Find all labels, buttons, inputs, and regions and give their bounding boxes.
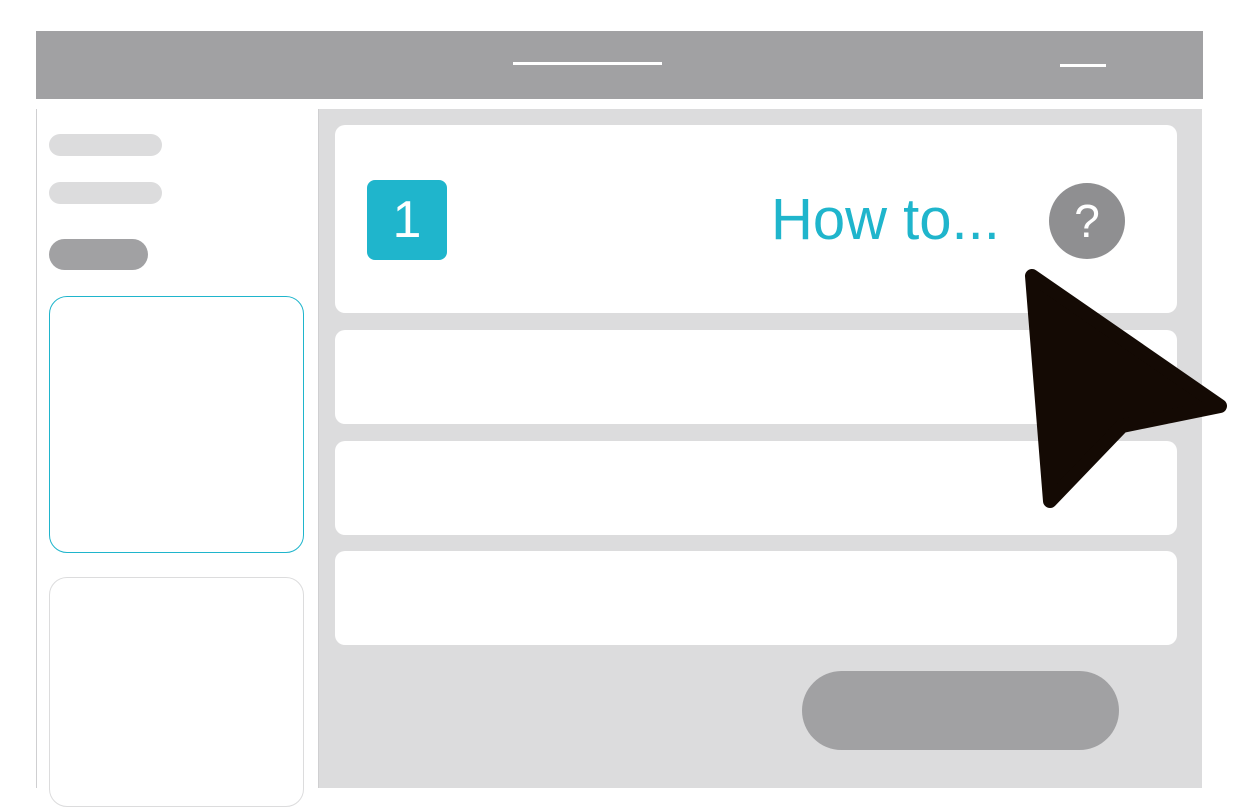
- window-titlebar: [36, 31, 1203, 99]
- step-panel: 1 How to... ?: [335, 125, 1177, 313]
- content-row-placeholder[interactable]: [335, 330, 1177, 424]
- sidebar-card-selected[interactable]: [49, 296, 304, 553]
- action-button-placeholder[interactable]: [802, 671, 1119, 750]
- sidebar-item-placeholder-2[interactable]: [49, 182, 162, 204]
- sidebar: [36, 109, 319, 807]
- sidebar-button-placeholder[interactable]: [49, 239, 148, 270]
- step-number-badge: 1: [367, 180, 447, 260]
- minimize-icon[interactable]: [1060, 64, 1106, 67]
- how-to-heading: How to...: [771, 187, 1000, 252]
- sidebar-item-placeholder-1[interactable]: [49, 134, 162, 156]
- window-title-placeholder: [513, 62, 662, 65]
- main-content: 1 How to... ?: [319, 109, 1202, 788]
- content-row-placeholder[interactable]: [335, 441, 1177, 535]
- help-icon[interactable]: ?: [1049, 183, 1125, 259]
- content-row-placeholder[interactable]: [335, 551, 1177, 645]
- sidebar-card[interactable]: [49, 577, 304, 807]
